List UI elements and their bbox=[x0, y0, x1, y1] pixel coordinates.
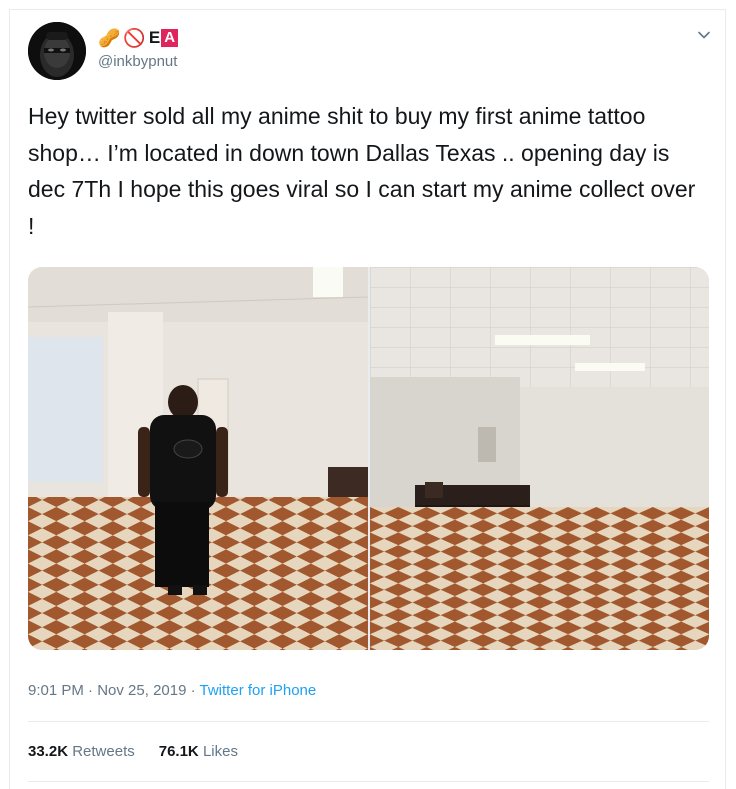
retweets-count: 33.2K bbox=[28, 743, 69, 760]
tweet-time[interactable]: 9:01 PM bbox=[28, 682, 84, 699]
likes-count: 76.1K bbox=[158, 743, 199, 760]
engagement-stats: 33.2K Retweets 76.1K Likes bbox=[28, 743, 238, 760]
meta-separator: · bbox=[83, 682, 98, 699]
author-handle[interactable]: @inkbypnut bbox=[98, 53, 177, 70]
photo-2[interactable] bbox=[369, 267, 709, 650]
meta-separator: · bbox=[186, 682, 200, 699]
tweet-source-link[interactable]: Twitter for iPhone bbox=[200, 682, 317, 699]
retweets-label: Retweets bbox=[72, 743, 135, 760]
prohibited-emoji: 🚫 bbox=[123, 28, 146, 48]
tweet-card: 🥜 🚫 E A @inkbypnut Hey twitter sold all … bbox=[9, 9, 726, 789]
author-name[interactable]: 🥜 🚫 E A bbox=[98, 28, 179, 48]
name-letter-e: E bbox=[148, 28, 161, 47]
avatar-image bbox=[28, 22, 86, 80]
media-grid bbox=[28, 267, 709, 650]
peanut-emoji: 🥜 bbox=[98, 28, 121, 48]
name-letters: E A bbox=[148, 28, 179, 48]
likes-stat[interactable]: 76.1K Likes bbox=[159, 743, 238, 760]
author-avatar[interactable] bbox=[28, 22, 86, 80]
tweet-text: Hey twitter sold all my anime shit to bu… bbox=[28, 103, 696, 239]
chevron-down-icon[interactable] bbox=[697, 28, 711, 42]
photo-1[interactable] bbox=[28, 267, 368, 650]
likes-label: Likes bbox=[202, 743, 238, 760]
name-letter-a: A bbox=[161, 29, 179, 47]
divider bbox=[28, 781, 709, 782]
tweet-meta: 9:01 PM · Nov 25, 2019 · Twitter for iPh… bbox=[28, 682, 316, 699]
divider bbox=[28, 721, 709, 722]
tweet-date[interactable]: Nov 25, 2019 bbox=[97, 682, 186, 699]
photo-2-image bbox=[369, 267, 709, 650]
retweets-stat[interactable]: 33.2K Retweets bbox=[28, 743, 135, 760]
photo-1-image bbox=[28, 267, 368, 650]
